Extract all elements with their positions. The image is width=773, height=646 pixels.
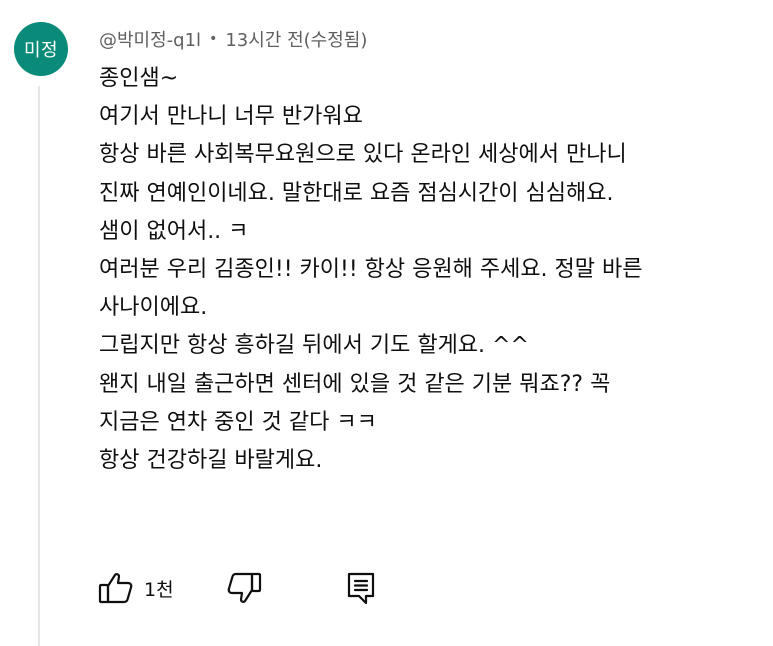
thumbs-down-icon bbox=[226, 571, 262, 605]
thumbs-up-icon bbox=[98, 571, 134, 605]
comment-line: 그립지만 항상 흥하길 뒤에서 기도 할게요. ^^ bbox=[99, 333, 529, 359]
avatar-initials: 미정 bbox=[23, 40, 59, 61]
comment-header: @박미정-q1l • 13시간 전(수정됨) bbox=[99, 24, 367, 54]
comment-line: 진짜 연예인이네요. 말한대로 요즘 점심시간이 심심해요. bbox=[99, 180, 614, 206]
comment-line: 왠지 내일 출근하면 센터에 있을 것 같은 기분 뭐죠?? 꼭 bbox=[99, 371, 611, 397]
comment-line: 여기서 만나니 너무 반가워요 bbox=[99, 104, 363, 130]
like-count: 1천 bbox=[144, 578, 174, 601]
comment-line: 종인샘~ bbox=[99, 66, 179, 91]
comment-timestamp[interactable]: 13시간 전(수정됨) bbox=[225, 26, 367, 52]
author-handle[interactable]: @박미정-q1l bbox=[99, 26, 201, 52]
comment-line: 샘이 없어서.. ㅋ bbox=[99, 218, 249, 244]
comment-line: 항상 바른 사회복무요원으로 있다 온라인 세상에서 만나니 bbox=[99, 142, 627, 168]
reply-comment-icon bbox=[344, 570, 378, 606]
thread-rail bbox=[38, 86, 40, 646]
comment-line: 여러분 우리 김종인!! 카이!! 항상 응원해 주세요. 정말 바른 bbox=[99, 256, 643, 282]
comment-actions: 1천 bbox=[98, 568, 378, 608]
comment-line: 지금은 연차 중인 것 같다 ㅋㅋ bbox=[99, 409, 377, 435]
meta-separator: • bbox=[209, 31, 218, 47]
comment-line: 항상 건강하길 바랄게요. bbox=[99, 447, 323, 473]
reply-button[interactable] bbox=[344, 570, 378, 606]
avatar[interactable]: 미정 bbox=[14, 22, 68, 76]
dislike-button[interactable] bbox=[226, 571, 262, 605]
comment-line: 사나이에요. bbox=[99, 295, 208, 321]
comment-body: 종인샘~ 여기서 만나니 너무 반가워요 항상 바른 사회복무요원으로 있다 온… bbox=[99, 60, 759, 480]
like-button[interactable]: 1천 bbox=[98, 571, 174, 605]
